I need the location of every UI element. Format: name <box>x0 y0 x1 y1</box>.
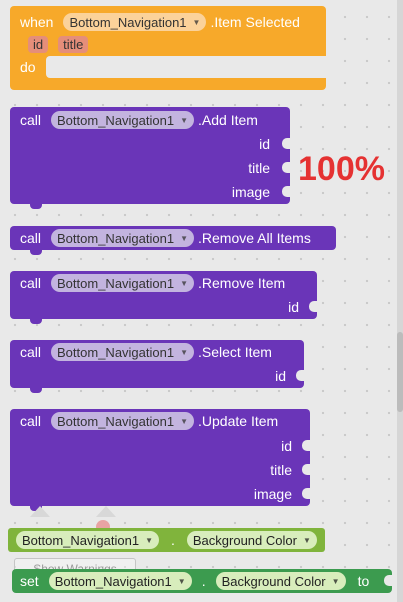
param-title[interactable]: title <box>58 35 89 53</box>
property-name: Background Color <box>221 573 326 589</box>
call-label: call <box>20 230 42 246</box>
chevron-down-icon: ▼ <box>180 233 189 243</box>
chevron-down-icon: ▼ <box>180 115 189 125</box>
chevron-down-icon: ▼ <box>180 347 189 357</box>
component-dropdown[interactable]: Bottom_Navigation1 ▼ <box>16 531 159 549</box>
component-name: Bottom_Navigation1 <box>57 230 175 246</box>
arg-image-socket[interactable] <box>302 488 310 499</box>
arg-id-socket[interactable] <box>309 301 317 312</box>
component-name: Bottom_Navigation1 <box>57 344 175 360</box>
call-label: call <box>20 275 42 291</box>
call-label: call <box>20 413 42 429</box>
next-connector <box>30 318 42 324</box>
component-dropdown[interactable]: Bottom_Navigation1 ▼ <box>63 13 207 31</box>
component-dropdown[interactable]: Bottom_Navigation1 ▼ <box>48 572 192 590</box>
do-slot[interactable] <box>46 56 326 78</box>
component-dropdown[interactable]: Bottom_Navigation1 ▼ <box>51 229 195 247</box>
arg-id-socket[interactable] <box>296 370 304 381</box>
chevron-down-icon: ▼ <box>331 576 340 586</box>
method-name: .Add Item <box>198 112 258 128</box>
component-name: Bottom_Navigation1 <box>22 532 140 548</box>
dot-separator: . <box>171 532 175 548</box>
workspace-scrollbar-track[interactable] <box>397 0 403 602</box>
event-name: .Item Selected <box>210 14 300 30</box>
component-name: Bottom_Navigation1 <box>57 112 175 128</box>
chevron-down-icon: ▼ <box>145 535 153 545</box>
arg-title-socket[interactable] <box>282 162 290 173</box>
chevron-down-icon: ▼ <box>177 576 186 586</box>
component-dropdown[interactable]: Bottom_Navigation1 ▼ <box>51 412 195 430</box>
component-dropdown[interactable]: Bottom_Navigation1 ▼ <box>51 343 195 361</box>
chevron-down-icon: ▼ <box>180 278 189 288</box>
component-name: Bottom_Navigation1 <box>54 573 172 589</box>
component-name: Bottom_Navigation1 <box>57 413 175 429</box>
component-name: Bottom_Navigation1 <box>57 275 175 291</box>
call-block-update-item[interactable]: call Bottom_Navigation1 ▼ .Update Item i… <box>10 409 310 511</box>
arg-id-label: id <box>288 299 299 315</box>
chevron-down-icon: ▼ <box>192 17 201 27</box>
method-name: .Remove All Items <box>198 230 311 246</box>
arg-title-label: title <box>248 160 270 176</box>
call-block-select-item[interactable]: call Bottom_Navigation1 ▼ .Select Item i… <box>10 340 304 393</box>
arg-id-socket[interactable] <box>282 138 290 149</box>
component-name: Bottom_Navigation1 <box>69 14 187 30</box>
property-dropdown[interactable]: Background Color ▼ <box>215 572 346 590</box>
arg-image-label: image <box>231 184 270 200</box>
getter-block-background-color[interactable]: Bottom_Navigation1 ▼ . Background Color … <box>8 528 325 552</box>
chevron-down-icon: ▼ <box>302 535 311 545</box>
method-name: .Select Item <box>198 344 272 360</box>
overlay-percent: 100% <box>298 150 385 188</box>
method-name: .Update Item <box>198 413 279 429</box>
set-label: set <box>20 573 39 589</box>
next-connector <box>30 387 42 393</box>
chevron-down-icon: ▼ <box>180 416 189 426</box>
call-block-remove-all-items[interactable]: call Bottom_Navigation1 ▼ .Remove All It… <box>10 226 336 255</box>
arg-title-label: title <box>270 462 292 478</box>
value-socket[interactable] <box>384 575 392 586</box>
dot-separator: . <box>201 573 206 589</box>
call-label: call <box>20 344 42 360</box>
when-label: when <box>20 14 54 30</box>
next-connector <box>30 203 42 209</box>
event-block-item-selected[interactable]: when Bottom_Navigation1 ▼ .Item Selected… <box>10 6 326 90</box>
method-name: .Remove Item <box>198 275 286 291</box>
call-block-remove-item[interactable]: call Bottom_Navigation1 ▼ .Remove Item i… <box>10 271 317 324</box>
workspace-scrollbar-thumb[interactable] <box>397 332 403 412</box>
arg-id-socket[interactable] <box>302 440 310 451</box>
arg-image-socket[interactable] <box>282 186 290 197</box>
call-label: call <box>20 112 42 128</box>
arg-id-label: id <box>281 438 292 454</box>
arg-image-label: image <box>253 486 292 502</box>
arg-title-socket[interactable] <box>302 464 310 475</box>
do-label: do <box>20 59 36 75</box>
call-block-add-item[interactable]: call Bottom_Navigation1 ▼ .Add Item id t… <box>10 107 290 209</box>
setter-block-background-color[interactable]: set Bottom_Navigation1 ▼ . Background Co… <box>12 569 392 593</box>
arg-id-label: id <box>259 136 270 152</box>
component-dropdown[interactable]: Bottom_Navigation1 ▼ <box>51 111 195 129</box>
warning-triangle-icon <box>30 506 50 517</box>
arg-id-label: id <box>275 368 286 384</box>
property-dropdown[interactable]: Background Color ▼ <box>186 531 317 549</box>
component-dropdown[interactable]: Bottom_Navigation1 ▼ <box>51 274 195 292</box>
to-label: to <box>357 573 370 589</box>
param-id[interactable]: id <box>28 35 49 53</box>
property-name: Background Color <box>192 532 297 548</box>
warning-triangle-icon <box>96 506 116 517</box>
next-connector <box>30 249 42 255</box>
